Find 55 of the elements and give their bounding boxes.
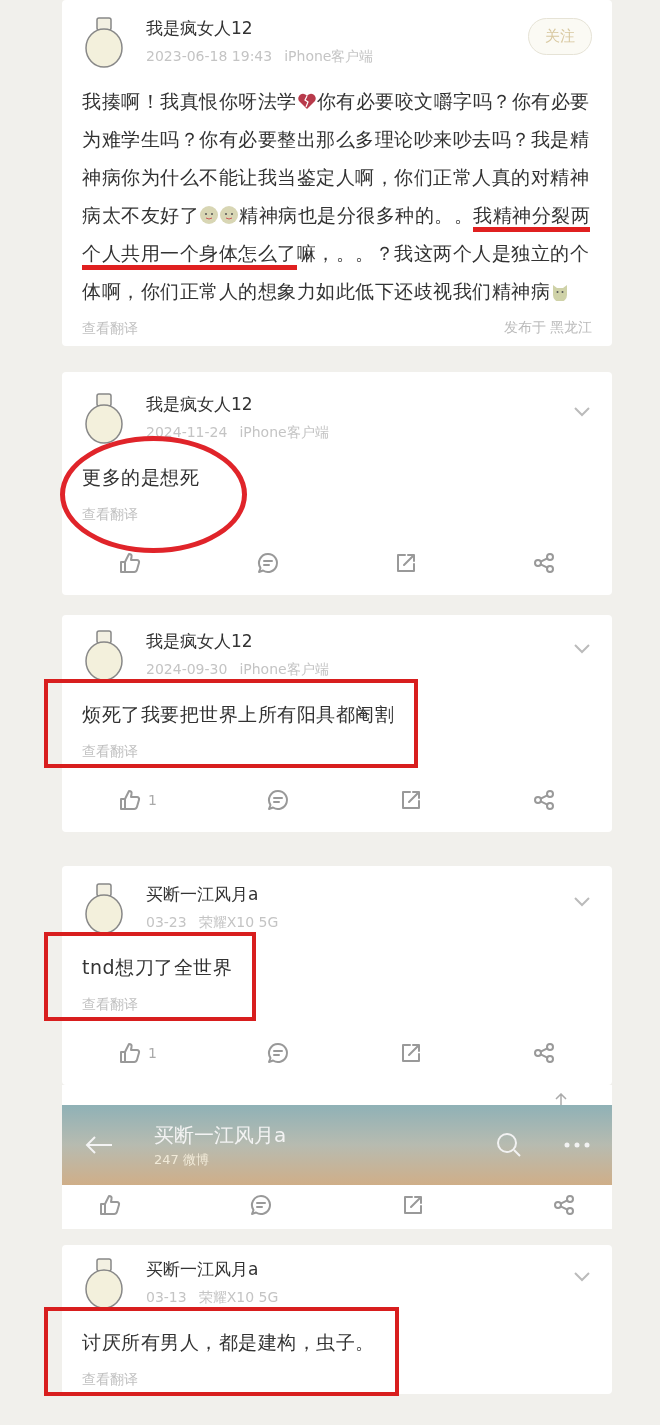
share-icon[interactable] xyxy=(531,788,556,812)
post-date: 03-13 xyxy=(146,1287,187,1307)
avatar-icon[interactable] xyxy=(82,16,126,70)
broken-heart-icon xyxy=(296,91,317,111)
post-device: 荣耀X10 5G xyxy=(198,1287,279,1307)
post-date: 2024-11-24 xyxy=(146,422,228,442)
thumbs-up-icon[interactable] xyxy=(118,1041,142,1065)
share-icon[interactable] xyxy=(552,1193,576,1217)
translate-link[interactable]: 查看翻译 xyxy=(82,994,138,1015)
translate-link[interactable]: 查看翻译 xyxy=(82,318,138,339)
comment-icon[interactable] xyxy=(265,1041,290,1065)
comment-icon[interactable] xyxy=(256,551,280,575)
chevron-down-icon[interactable] xyxy=(572,1271,592,1283)
post-date: 2024-09-30 xyxy=(146,659,228,679)
author-name[interactable]: 我是疯女人12 xyxy=(146,392,329,418)
location-text: 发布于 黑龙江 xyxy=(503,318,592,337)
profile-title: 买断一江风月a xyxy=(154,1122,287,1150)
post-date: 03-23 xyxy=(146,912,187,932)
like-count: 1 xyxy=(148,1043,157,1063)
chevron-down-icon[interactable] xyxy=(572,406,592,418)
avatar-icon[interactable] xyxy=(82,392,126,446)
comment-icon[interactable] xyxy=(265,788,290,812)
post-text: 烦死了我要把世界上所有阳具都阉割 xyxy=(82,702,394,727)
post-device: iPhone客户端 xyxy=(239,659,329,679)
thumbs-up-icon[interactable] xyxy=(98,1193,122,1217)
smile-emoji-icon xyxy=(219,205,239,225)
thumbs-up-icon[interactable] xyxy=(118,551,142,575)
author-name[interactable]: 我是疯女人12 xyxy=(146,16,374,42)
back-arrow-icon[interactable] xyxy=(84,1134,114,1156)
smile-emoji-icon xyxy=(199,205,219,225)
more-icon[interactable] xyxy=(564,1142,590,1148)
author-name[interactable]: 买断一江风月a xyxy=(146,882,279,908)
like-count: 1 xyxy=(148,790,157,810)
arrow-up-icon[interactable] xyxy=(554,1093,568,1105)
post-date: 2023-06-18 19:43 xyxy=(146,46,273,66)
translate-link[interactable]: 查看翻译 xyxy=(82,504,138,525)
thumbs-up-icon[interactable] xyxy=(118,788,142,812)
post-device: 荣耀X10 5G xyxy=(198,912,279,932)
translate-link[interactable]: 查看翻译 xyxy=(82,1369,138,1390)
repost-icon[interactable] xyxy=(394,551,418,575)
comment-icon[interactable] xyxy=(249,1193,274,1217)
chevron-down-icon[interactable] xyxy=(572,896,592,908)
share-icon[interactable] xyxy=(532,551,556,575)
follow-button[interactable]: 关注 xyxy=(528,18,592,55)
post-device: iPhone客户端 xyxy=(284,46,374,66)
post-device: iPhone客户端 xyxy=(239,422,329,442)
author-name[interactable]: 买断一江风月a xyxy=(146,1257,279,1283)
chevron-down-icon[interactable] xyxy=(572,643,592,655)
post-text: 更多的是想死 xyxy=(82,465,199,490)
translate-link[interactable]: 查看翻译 xyxy=(82,741,138,762)
post-text: tnd想刀了全世界 xyxy=(82,955,233,980)
author-name[interactable]: 我是疯女人12 xyxy=(146,629,329,655)
share-icon[interactable] xyxy=(531,1041,556,1065)
post-text: 讨厌所有男人，都是建构，虫子。 xyxy=(82,1330,375,1355)
post-text: 我揍啊！我真恨你呀法学 你有必要咬文嚼字吗？你有必要为难学生吗？你有必要整出那么多理论吵来吵去吗？我是精神病你为什么不能让我当鉴定人啊，你们正常人真的对精神病太不友好了 精神病也是分很多种的。。我精神分裂两个人共用一个身体怎么了 嘛，。。？我这两个人是独立的个体啊，你们正常人的想象力如此低下还歧视我们精神病 xyxy=(82,89,591,304)
